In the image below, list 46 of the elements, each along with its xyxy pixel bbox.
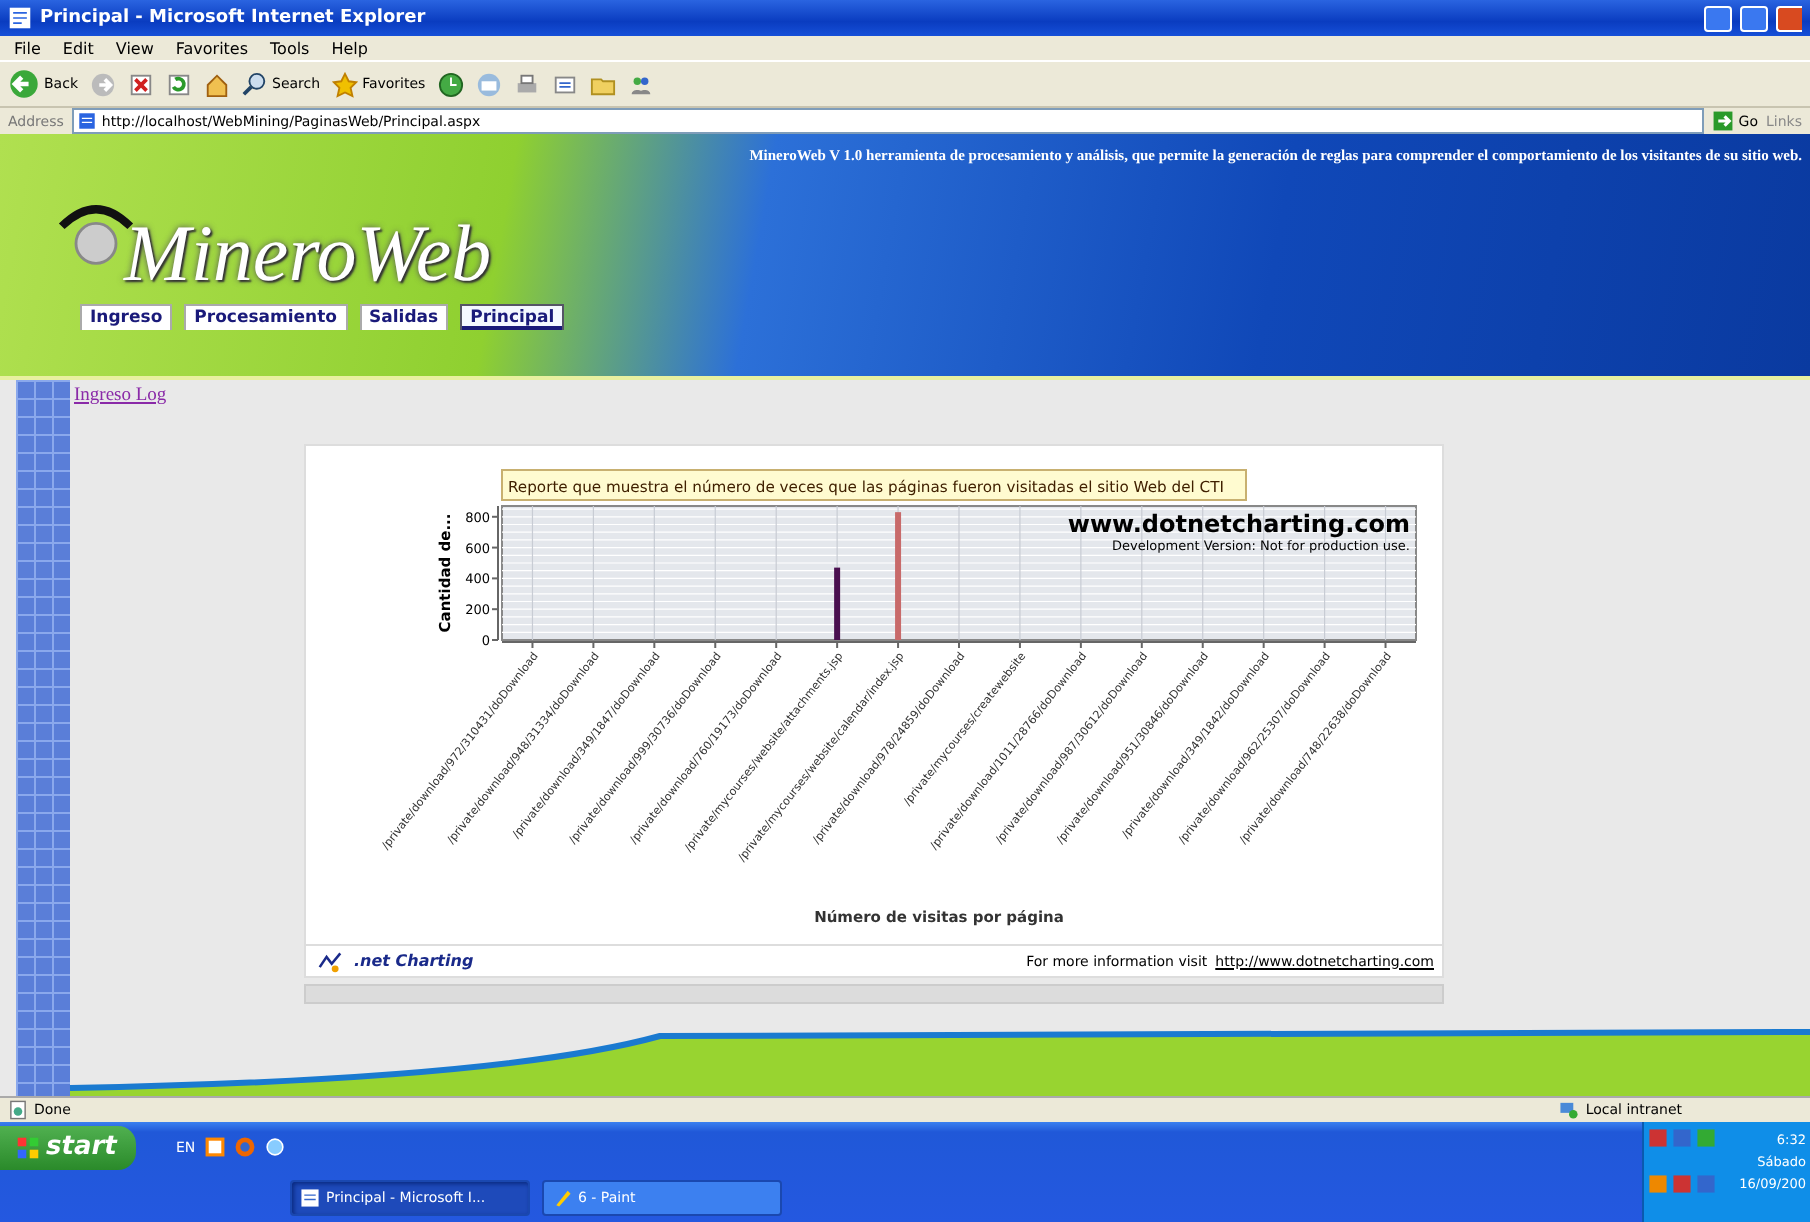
home-icon <box>204 71 230 97</box>
chart-logo-icon <box>314 949 346 973</box>
network-icon <box>1557 1100 1580 1120</box>
refresh-icon <box>166 71 192 97</box>
page-done-icon <box>8 1100 28 1120</box>
printer-icon <box>513 71 540 97</box>
menu-item[interactable]: Favorites <box>173 39 251 57</box>
windows-flag-icon <box>16 1135 40 1159</box>
stop-button[interactable] <box>128 71 154 97</box>
chart-notice-title: www.dotnetcharting.com <box>1067 510 1410 538</box>
nav-tab[interactable]: Ingreso <box>80 304 173 330</box>
menu-item[interactable]: Tools <box>268 39 312 57</box>
y-axis <box>491 505 499 641</box>
minimize-button[interactable] <box>1704 5 1732 31</box>
paint-icon <box>552 1187 572 1207</box>
ie-page-icon <box>77 112 96 130</box>
ingreso-log-link[interactable]: Ingreso Log <box>74 386 167 406</box>
maximize-button[interactable] <box>1740 5 1768 31</box>
ie-icon <box>263 1136 286 1158</box>
window-title: Principal - Microsoft Internet Explorer <box>40 8 426 28</box>
site-logo: MineroWeb <box>124 216 492 292</box>
document-icon <box>551 71 578 97</box>
menu-item[interactable]: Help <box>329 39 370 57</box>
nav-tab[interactable]: Salidas <box>359 304 449 330</box>
go-arrow-icon <box>1712 110 1735 132</box>
stop-icon <box>128 71 154 97</box>
window-icon <box>203 1136 226 1158</box>
home-button[interactable] <box>204 71 230 97</box>
ie-page-icon <box>300 1187 320 1207</box>
search-icon <box>242 71 268 97</box>
browser-globe-icon <box>233 1136 256 1158</box>
menu-item[interactable]: File <box>12 39 43 57</box>
nav-tab[interactable]: Procesamiento <box>184 304 348 330</box>
menu-item[interactable]: View <box>113 39 156 57</box>
nav-tab[interactable]: Principal <box>460 304 565 330</box>
menu-item[interactable]: Edit <box>60 39 96 57</box>
print-button[interactable] <box>513 71 540 97</box>
ie-page-icon <box>8 6 32 30</box>
star-icon <box>332 71 359 97</box>
mail-icon <box>475 71 502 97</box>
clock-icon <box>437 71 464 97</box>
dotnetcharting-logo: .net Charting <box>354 952 474 970</box>
refresh-button[interactable] <box>166 71 192 97</box>
history-button[interactable] <box>437 71 464 97</box>
edit-button[interactable] <box>551 71 578 97</box>
close-button[interactable] <box>1776 5 1802 31</box>
